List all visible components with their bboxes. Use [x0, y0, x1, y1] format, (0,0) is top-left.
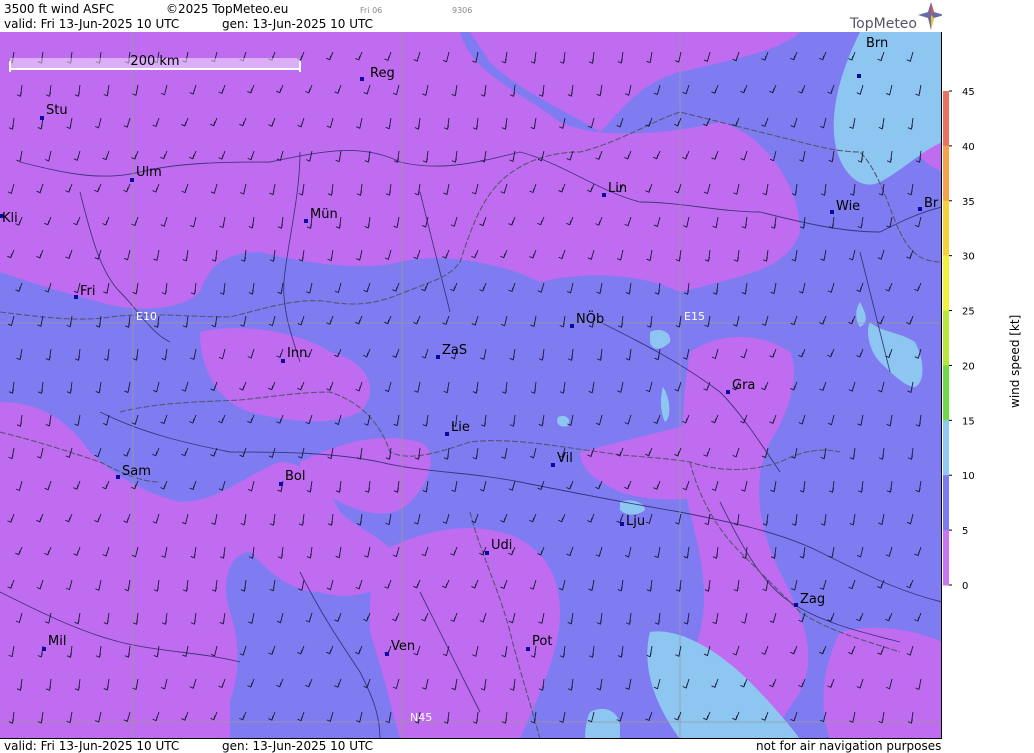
city-marker — [602, 193, 606, 197]
map-canvas: 200 km E10 E15 N45 Brn Reg Stu Ulm Kli Mün Lin… — [0, 32, 941, 738]
city-marker — [551, 463, 555, 467]
legend-swatch — [943, 475, 949, 531]
city-marker — [570, 324, 574, 328]
city-marker — [445, 432, 449, 436]
city-label: Vil — [557, 451, 573, 466]
city-label: NÖb — [576, 310, 604, 327]
wind-map[interactable]: 200 km E10 E15 N45 Brn Reg Stu Ulm Kli Mün Lin… — [0, 32, 942, 739]
footer-gen: gen: 13-Jun-2025 10 UTC — [222, 739, 374, 753]
city-marker — [726, 390, 730, 394]
city-marker — [436, 355, 440, 359]
scale-bar-label: 200 km — [130, 54, 179, 69]
lon-label-e15: E15 — [684, 310, 705, 323]
city-label: Lju — [626, 514, 645, 529]
legend-swatch — [943, 145, 949, 202]
city-label: Wie — [836, 199, 860, 214]
legend-tick-label: 15 — [962, 416, 975, 427]
legend-swatch — [943, 255, 949, 312]
city-marker — [40, 116, 44, 120]
city-label: Gra — [732, 378, 755, 393]
city-label: Fri — [80, 284, 96, 299]
city-label: Inn — [287, 346, 307, 361]
city-label: ZaS — [442, 343, 467, 358]
legend-tick-label: 10 — [962, 471, 975, 482]
run-code: 9306 — [452, 6, 473, 15]
city-marker — [130, 178, 134, 182]
city-marker — [830, 210, 834, 214]
city-label: Bol — [285, 469, 305, 484]
city-marker — [74, 295, 78, 299]
legend-tick-label: 5 — [962, 526, 968, 537]
legend-swatch — [943, 200, 949, 257]
compass-star-icon — [918, 2, 942, 30]
legend-swatch — [943, 530, 949, 586]
city-label: Zag — [800, 592, 825, 607]
city-marker — [304, 219, 308, 223]
legend-tick-label: 45 — [962, 87, 975, 98]
legend-tick-label: 30 — [962, 252, 975, 263]
legend-swatch — [943, 365, 949, 421]
valid-time: valid: Fri 13-Jun-2025 10 UTC — [4, 17, 180, 31]
city-marker — [42, 647, 46, 651]
legend-tick-label: 20 — [962, 361, 975, 372]
city-marker — [794, 603, 798, 607]
city-marker — [116, 475, 120, 479]
city-marker — [857, 74, 861, 78]
city-marker — [360, 77, 364, 81]
legend-tick-label: 25 — [962, 307, 975, 318]
city-marker — [385, 652, 389, 656]
city-label: Pot — [532, 634, 552, 649]
city-label: Ven — [391, 639, 415, 654]
city-label: Mün — [310, 207, 338, 222]
gen-time: gen: 13-Jun-2025 10 UTC — [222, 17, 374, 31]
city-label: Mil — [48, 634, 66, 649]
legend-swatch — [943, 91, 949, 147]
city-label: Brn — [866, 36, 888, 51]
city-marker — [620, 522, 624, 526]
city-label: Sam — [122, 464, 151, 479]
legend-unit-label: wind speed [kt] — [1008, 314, 1022, 408]
legend-swatch — [943, 420, 949, 476]
lon-label-e10: E10 — [136, 310, 157, 323]
legend-tick-label: 0 — [962, 581, 968, 592]
city-label: Lie — [451, 420, 470, 435]
footer-bar: valid: Fri 13-Jun-2025 10 UTC gen: 13-Ju… — [0, 739, 942, 753]
city-marker — [279, 482, 283, 486]
lat-label-n45: N45 — [410, 711, 432, 724]
disclaimer: not for air navigation purposes — [756, 739, 942, 753]
city-marker — [281, 359, 285, 363]
topmeteo-logo[interactable]: TopMeteo — [848, 2, 942, 32]
city-label: Ulm — [136, 165, 162, 180]
legend-swatch — [943, 310, 949, 366]
city-label: Br — [924, 196, 939, 211]
product-title: 3500 ft wind ASFC — [4, 2, 115, 16]
legend-tick-label: 35 — [962, 197, 975, 208]
city-marker — [918, 207, 922, 211]
city-label: Reg — [370, 66, 395, 81]
city-label: Lin — [608, 181, 627, 196]
city-label: Udi — [491, 538, 512, 553]
copyright-text: ©2025 TopMeteo.eu — [166, 2, 289, 16]
header-bar: 3500 ft wind ASFC ©2025 TopMeteo.eu Fri … — [0, 0, 942, 32]
city-label: Kli — [2, 211, 18, 226]
city-marker — [526, 647, 530, 651]
legend-tick-label: 40 — [962, 142, 975, 153]
footer-valid: valid: Fri 13-Jun-2025 10 UTC — [4, 739, 180, 753]
city-marker — [485, 551, 489, 555]
city-label: Stu — [46, 103, 68, 118]
day-tag: Fri 06 — [360, 6, 383, 15]
